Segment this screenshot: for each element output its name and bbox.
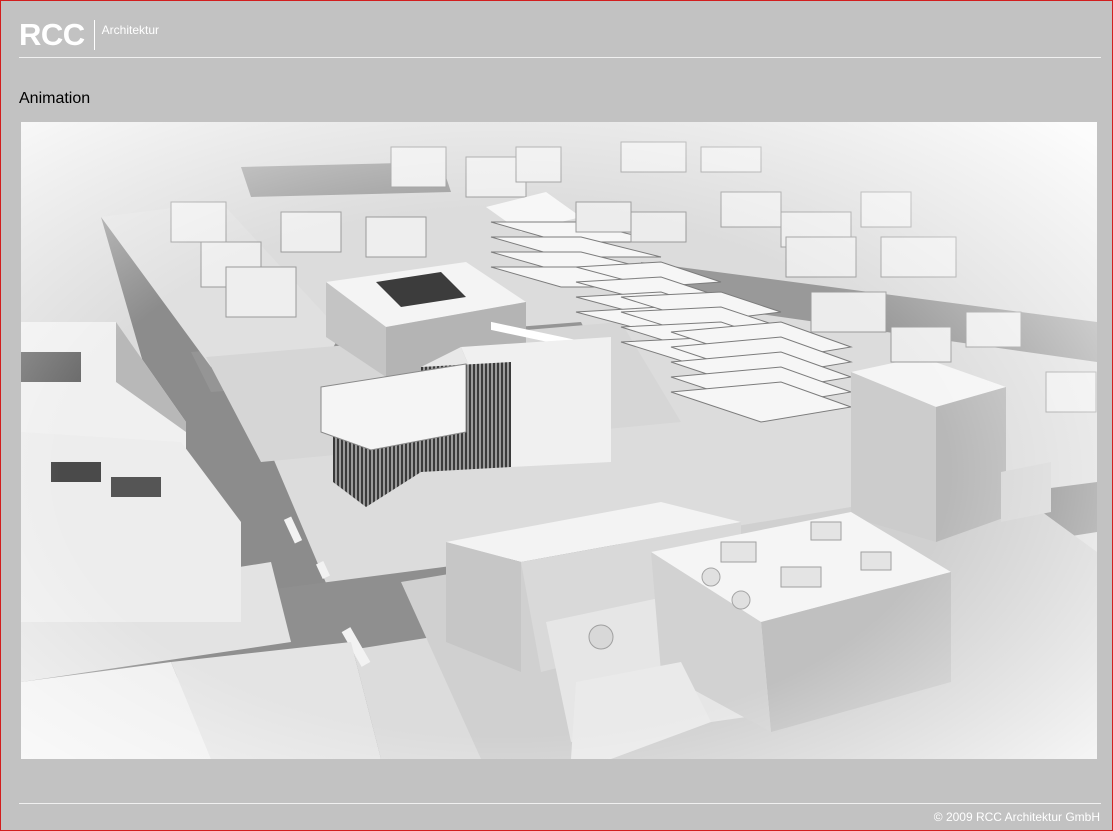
architecture-render-image	[21, 122, 1097, 759]
animation-render[interactable]	[21, 122, 1097, 759]
copyright-text: © 2009 RCC Architektur GmbH	[933, 810, 1100, 824]
logo-divider	[93, 20, 95, 50]
site-subtitle: Architektur	[101, 23, 160, 37]
header-divider	[19, 57, 1101, 58]
page-title: Animation	[19, 90, 91, 107]
site-logo[interactable]: RCC	[19, 18, 85, 52]
site-header: RCC Architektur	[19, 18, 159, 52]
footer-divider	[19, 803, 1101, 804]
